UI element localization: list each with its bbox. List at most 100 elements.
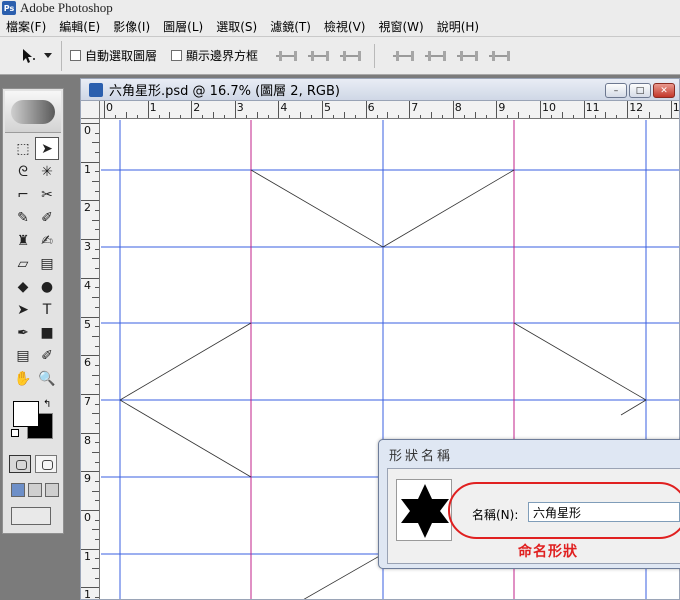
align-buttons-group: [274, 49, 362, 63]
notes-icon[interactable]: ▤: [11, 344, 35, 367]
ruler-left-minor-tick: [92, 490, 99, 492]
ruler-top-tick: [104, 101, 105, 118]
align-vertical-centers-icon[interactable]: [306, 49, 330, 63]
crop-icon[interactable]: ⌐: [11, 183, 35, 206]
ruler-top-tick: [278, 101, 280, 118]
standard-screen-mode-icon[interactable]: [11, 483, 25, 497]
clone-stamp-icon[interactable]: ♜: [11, 229, 35, 252]
gradient-icon[interactable]: ▤: [35, 252, 59, 275]
distribute-buttons-group: [391, 49, 511, 63]
ruler-left-minor-tick: [95, 519, 99, 521]
menu-view[interactable]: 檢視(V): [324, 18, 366, 35]
blur-icon[interactable]: ◆: [11, 275, 35, 298]
menu-layer[interactable]: 圖層(L): [163, 18, 203, 35]
swap-colors-icon[interactable]: ↰: [43, 399, 51, 410]
menu-image[interactable]: 影像(I): [113, 18, 150, 35]
menu-file[interactable]: 檔案(F): [6, 18, 46, 35]
ruler-left-minor-tick: [95, 539, 99, 541]
menu-window[interactable]: 視窗(W): [378, 18, 423, 35]
show-bounds-checkbox-box[interactable]: [171, 50, 183, 61]
ruler-left-label: 1: [84, 588, 91, 600]
ruler-left-minor-tick: [92, 568, 99, 570]
adobe-feather-logo-icon: [11, 99, 55, 124]
standard-mode-button[interactable]: [9, 455, 31, 473]
ruler-top-tick: [583, 101, 585, 118]
eyedropper-icon[interactable]: ✐: [35, 344, 59, 367]
dialog-title[interactable]: 形狀名稱: [379, 440, 680, 468]
dodge-icon[interactable]: ●: [35, 275, 59, 298]
slice-icon[interactable]: ✂: [35, 183, 59, 206]
ruler-top-minor-tick: [431, 112, 432, 118]
distribute-right-icon[interactable]: [487, 49, 511, 63]
maximize-icon[interactable]: □: [629, 83, 651, 98]
ruler-top-minor-tick: [605, 112, 607, 118]
rect-marquee-icon[interactable]: ⬚: [11, 137, 35, 160]
options-bar: 自動選取圖層 顯示邊界方框: [0, 37, 680, 75]
full-screen-menu-mode-icon[interactable]: [28, 483, 42, 497]
full-screen-mode-icon[interactable]: [45, 483, 59, 497]
ruler-left-label: 5: [84, 317, 91, 331]
ruler-origin[interactable]: [81, 101, 100, 119]
path-select-icon[interactable]: ➤: [11, 298, 35, 321]
tool-preset-picker[interactable]: [10, 40, 62, 71]
ruler-left-minor-tick: [95, 268, 99, 270]
ruler-top-minor-tick: [463, 115, 465, 118]
minimize-icon[interactable]: –: [605, 83, 627, 98]
ruler-top-minor-tick: [507, 115, 509, 118]
distribute-top-icon[interactable]: [391, 49, 415, 63]
align-top-edges-icon[interactable]: [274, 49, 298, 63]
ruler-top-minor-tick: [616, 115, 618, 118]
star-left-lower-edge: [119, 399, 252, 478]
ruler-top-label: 7: [411, 101, 419, 114]
move-icon[interactable]: ➤: [35, 137, 59, 160]
healing-brush-icon[interactable]: ✎: [11, 206, 35, 229]
pen-icon[interactable]: ✒: [11, 321, 35, 344]
ruler-left-label: 3: [84, 240, 91, 254]
menu-select[interactable]: 選取(S): [216, 18, 257, 35]
brush-icon[interactable]: ✐: [35, 206, 59, 229]
menu-help[interactable]: 說明(H): [437, 18, 479, 35]
ruler-left-minor-tick: [92, 413, 99, 415]
eraser-icon[interactable]: ▱: [11, 252, 35, 275]
ruler-left-minor-tick: [95, 597, 99, 599]
ruler-top-minor-tick: [485, 115, 487, 118]
foreground-color-swatch[interactable]: [13, 401, 39, 427]
ruler-left-minor-tick: [92, 529, 99, 531]
rectangle-shape-icon[interactable]: ■: [35, 321, 59, 344]
type-icon[interactable]: T: [35, 298, 59, 321]
options-separator: [374, 43, 376, 68]
align-bottom-edges-icon[interactable]: [338, 49, 362, 63]
ruler-top-minor-tick: [245, 115, 247, 118]
default-colors-icon[interactable]: [11, 429, 19, 437]
ruler-top-minor-tick: [387, 112, 389, 118]
ruler-top-minor-tick: [376, 115, 378, 118]
quick-mask-mode-button[interactable]: [35, 455, 57, 473]
zoom-icon[interactable]: 🔍: [35, 367, 59, 390]
star-right-lower-edge: [620, 399, 647, 416]
ruler-top-minor-tick: [213, 112, 214, 118]
vertical-ruler[interactable]: 0 1 2 3 4 5 6 7 8 9 0 1 1: [81, 119, 100, 600]
ruler-top-minor-tick: [223, 115, 225, 118]
ruler-top-label: 4: [280, 101, 288, 114]
tool-grid: ⬚ ➤ ᘓ ✳ ⌐ ✂ ✎ ✐ ♜ ✍ ▱ ▤ ◆ ● ➤ T ✒ ■ ▤ ✐ ✋ 🔍: [11, 137, 59, 390]
distribute-centers-icon[interactable]: [423, 49, 447, 63]
auto-select-checkbox-box[interactable]: [70, 50, 81, 61]
auto-select-layer-checkbox[interactable]: 自動選取圖層: [70, 47, 157, 64]
ruler-top-tick: [409, 101, 411, 118]
distribute-left-icon[interactable]: [455, 49, 479, 63]
menu-bar: 檔案(F) 編輯(E) 影像(I) 圖層(L) 選取(S) 濾鏡(T) 檢視(V…: [0, 16, 680, 37]
document-title-bar[interactable]: 六角星形.psd @ 16.7% (圖層 2, RGB): [81, 79, 679, 101]
horizontal-ruler[interactable]: 0123456789101112131: [100, 101, 679, 119]
ruler-left-minor-tick: [92, 335, 99, 337]
lasso-icon[interactable]: ᘓ: [11, 160, 35, 183]
show-bounding-box-checkbox[interactable]: 顯示邊界方框: [171, 47, 258, 64]
close-icon[interactable]: ✕: [653, 83, 675, 98]
history-brush-icon[interactable]: ✍: [35, 229, 59, 252]
magic-wand-icon[interactable]: ✳: [35, 160, 59, 183]
menu-filter[interactable]: 濾鏡(T): [270, 18, 311, 35]
hand-icon[interactable]: ✋: [11, 367, 35, 390]
jump-to-imageready-icon[interactable]: [11, 507, 51, 525]
menu-edit[interactable]: 編輯(E): [59, 18, 100, 35]
ruler-top-tick: [147, 101, 149, 118]
toolbox-header[interactable]: [5, 91, 61, 133]
